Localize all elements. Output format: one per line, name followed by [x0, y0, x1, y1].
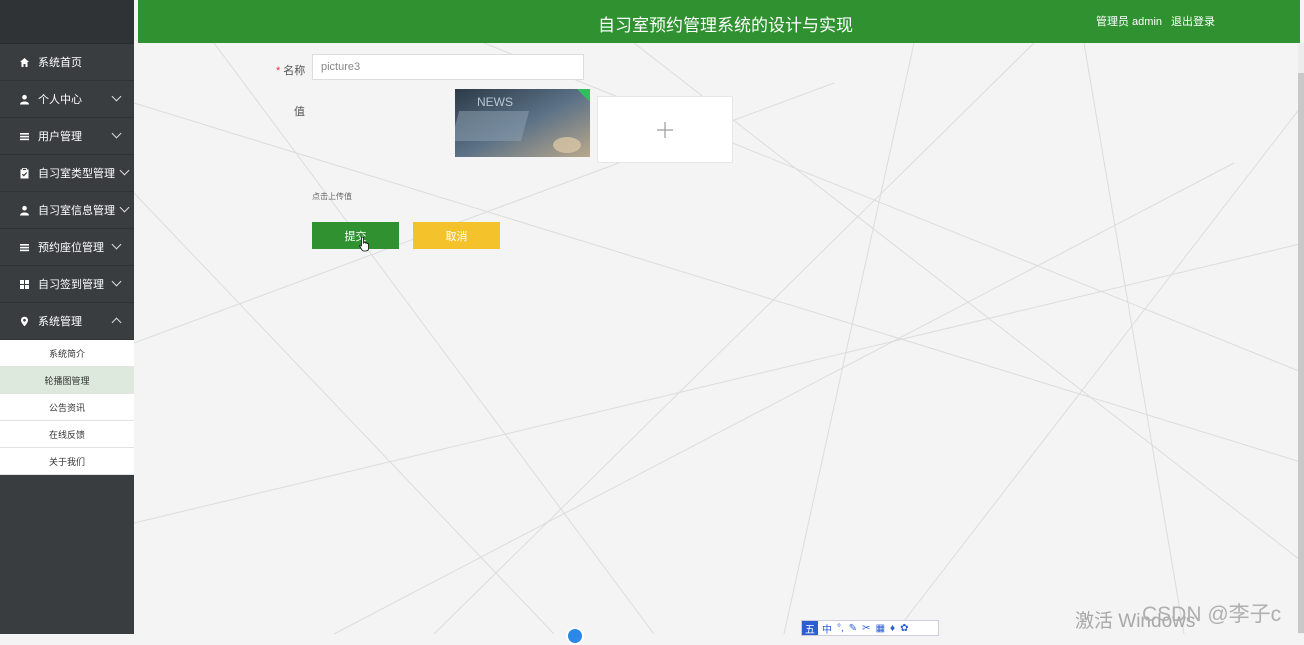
page-title: 自习室预约管理系统的设计与实现 [598, 16, 853, 35]
top-header: 自习室预约管理系统的设计与实现 管理员 admin 退出登录 [138, 0, 1300, 43]
sidebar-item-label: 个人中心 [38, 94, 82, 106]
sidebar-item-label: 自习签到管理 [38, 279, 104, 291]
name-input[interactable] [312, 54, 584, 80]
hand-cursor-icon [359, 236, 369, 252]
cancel-button[interactable]: 取消 [413, 222, 500, 249]
plus-icon [657, 121, 673, 138]
sidebar-item-room-info[interactable]: 自习室信息管理 [0, 192, 134, 229]
punctuation-icon[interactable]: °, [837, 623, 844, 634]
sidebar-item-label: 系统首页 [38, 57, 82, 69]
chevron-down-icon [111, 239, 122, 250]
chevron-down-icon [119, 165, 130, 176]
sidebar-item-room-type[interactable]: 自习室类型管理 [0, 155, 134, 192]
value-label: 值 [294, 106, 305, 118]
skin-icon[interactable]: ♦ [890, 623, 895, 634]
pen-icon[interactable]: ✎ [849, 623, 857, 634]
logout-link[interactable]: 退出登录 [1171, 13, 1215, 29]
chevron-down-icon [111, 276, 122, 287]
submenu-item-intro[interactable]: 系统简介 [0, 340, 134, 367]
ime-badge: 五 [802, 621, 818, 636]
floating-dot[interactable] [566, 627, 584, 645]
user-info: 管理员 admin [1096, 16, 1163, 28]
sidebar: 系统首页 个人中心 用户管理 自习室类型管理 自习室信息管理 预约座位管理 自习… [0, 0, 134, 634]
thumbnail-news-text: NEWS [477, 95, 513, 109]
home-icon [18, 56, 30, 68]
submenu-item-feedback[interactable]: 在线反馈 [0, 421, 134, 448]
scissors-icon[interactable]: ✂ [862, 623, 870, 634]
chevron-down-icon [111, 91, 122, 102]
submenu-item-carousel[interactable]: 轮播图管理 [0, 367, 134, 394]
pin-icon [18, 315, 30, 327]
grid-icon [18, 278, 30, 290]
chevron-up-icon [111, 317, 122, 328]
sidebar-item-personal[interactable]: 个人中心 [0, 81, 134, 118]
sidebar-item-label: 系统管理 [38, 316, 82, 328]
submit-button[interactable]: 提交 [312, 222, 399, 249]
csdn-watermark: CSDN @李子c [1142, 603, 1282, 626]
sidebar-item-checkin[interactable]: 自习签到管理 [0, 266, 134, 303]
list-icon [18, 241, 30, 253]
name-label: * 名称 [276, 65, 306, 77]
submenu-item-about[interactable]: 关于我们 [0, 448, 134, 475]
list-icon [18, 130, 30, 142]
required-marker: * [276, 65, 281, 77]
sidebar-item-home[interactable]: 系统首页 [0, 44, 134, 81]
chevron-down-icon [111, 128, 122, 139]
sidebar-item-label: 自习室信息管理 [38, 205, 115, 217]
page-scrollbar[interactable] [1298, 43, 1304, 634]
settings-icon[interactable]: ✿ [900, 623, 908, 634]
sidebar-item-users[interactable]: 用户管理 [0, 118, 134, 155]
keyboard-icon[interactable]: ▦ [876, 623, 885, 634]
system-submenu: 系统简介 轮播图管理 公告资讯 在线反馈 关于我们 [0, 340, 134, 475]
chevron-down-icon [119, 202, 130, 213]
submenu-item-news[interactable]: 公告资讯 [0, 394, 134, 421]
sidebar-top [0, 0, 134, 44]
user-icon [18, 93, 30, 105]
sidebar-item-label: 自习室类型管理 [38, 168, 115, 180]
sidebar-item-label: 预约座位管理 [38, 242, 104, 254]
user-icon [18, 204, 30, 216]
scrollbar-thumb[interactable] [1298, 73, 1304, 633]
sidebar-item-system[interactable]: 系统管理 [0, 303, 134, 340]
ime-mode[interactable]: 中 [822, 621, 832, 636]
uploaded-image-thumbnail[interactable]: NEWS [455, 89, 590, 157]
clipboard-icon [18, 167, 30, 179]
image-upload-button[interactable] [597, 96, 733, 163]
upload-hint: 点击上传值 [312, 192, 352, 201]
sidebar-item-label: 用户管理 [38, 131, 82, 143]
sidebar-item-seat-booking[interactable]: 预约座位管理 [0, 229, 134, 266]
